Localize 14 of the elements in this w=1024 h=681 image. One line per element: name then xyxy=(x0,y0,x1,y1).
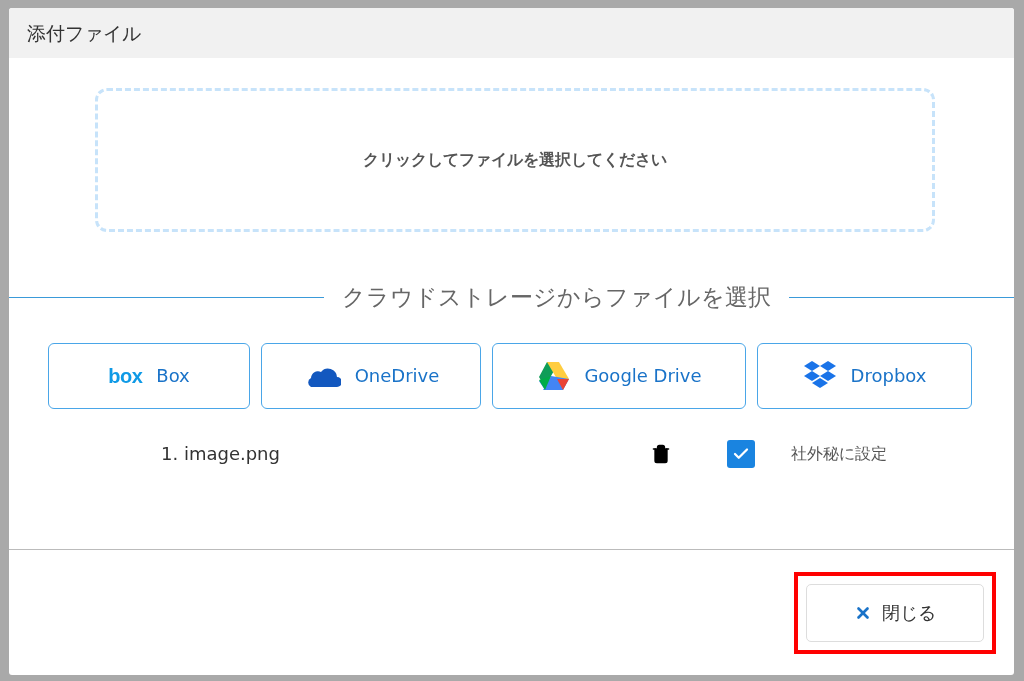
close-button[interactable]: 閉じる xyxy=(806,583,984,642)
delete-icon[interactable] xyxy=(651,442,671,465)
dialog-title: 添付ファイル xyxy=(27,20,141,46)
checkbox-label: 社外秘に設定 xyxy=(791,442,887,465)
cloud-service-button[interactable]: box Box xyxy=(48,342,250,409)
file-name: 1. image.png xyxy=(161,442,281,466)
file-drop-zone[interactable]: クリックしてファイルを選択してください xyxy=(95,88,935,232)
logo-text: box xyxy=(108,365,143,386)
cloud-service-button[interactable]: Dropbox xyxy=(757,342,972,409)
triangle-logo-icon xyxy=(536,360,571,391)
confidential-checkbox[interactable] xyxy=(727,439,755,468)
section-heading: クラウドストレージからファイルを選択 xyxy=(341,283,772,312)
cloud-service-button[interactable]: OneDrive xyxy=(261,342,481,409)
cloud-service-button[interactable]: Google Drive xyxy=(492,342,746,409)
